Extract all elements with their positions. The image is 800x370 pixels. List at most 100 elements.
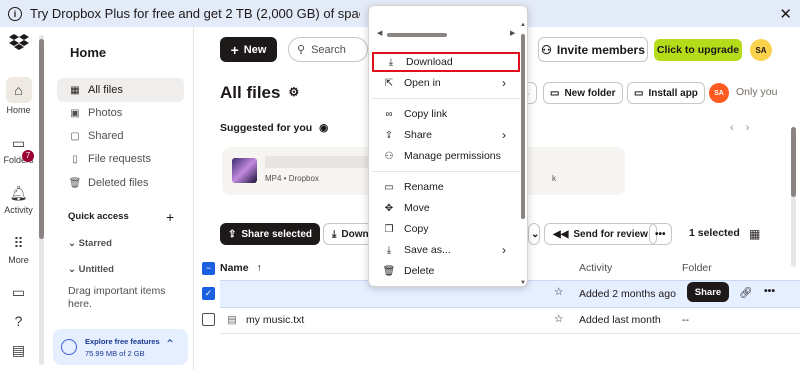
file-meta: MP4 • Dropbox [265, 174, 319, 183]
starred-section[interactable]: ⌄ Starred [68, 238, 112, 249]
column-header-name[interactable]: Name ↑ [220, 262, 262, 274]
menu-item-delete[interactable]: 🗑︎ Delete [372, 261, 520, 281]
people-icon: ⚇ [384, 150, 394, 162]
link-icon[interactable]: 🔗︎ [739, 286, 752, 299]
scroll-up-icon[interactable]: ▲ [520, 22, 526, 28]
star-icon[interactable]: ☆ [554, 286, 563, 298]
starred-label: Starred [78, 238, 112, 249]
menu-item-manage-permissions[interactable]: ⚇ Manage permissions [372, 146, 520, 166]
explore-features-card[interactable]: Explore free features 75.99 MB of 2 GB ⌃ [53, 329, 188, 365]
sidebar-item-shared[interactable]: ▢ Shared [57, 124, 184, 148]
suggested-nav[interactable]: ‹› [730, 122, 761, 134]
menu-item-copy[interactable]: ❐ Copy [372, 219, 520, 239]
sidebar-item-label: All files [88, 84, 123, 96]
menu-item-open-in[interactable]: ⇱ Open in › [372, 73, 520, 93]
row-activity: Added last month [579, 314, 661, 326]
download-icon: ⤓ [332, 228, 337, 240]
download-label: Down [341, 228, 369, 240]
sidebar: Home ▦ All files ▣ Photos ▢ Shared ▯ Fil… [48, 27, 194, 370]
untitled-section[interactable]: ⌄ Untitled [68, 264, 114, 275]
scroll-left-icon[interactable]: ◀ [377, 29, 382, 37]
share-icon: ⇪ [228, 228, 237, 240]
row-more-icon[interactable]: ••• [764, 285, 775, 297]
photo-icon: ▣ [70, 107, 80, 119]
upgrade-button[interactable]: Click to upgrade [654, 39, 742, 61]
trash-icon: 🗑︎ [382, 265, 396, 277]
sidebar-item-label: Shared [88, 130, 124, 142]
rail-more[interactable]: ⠿ More [0, 235, 37, 265]
sidebar-item-photos[interactable]: ▣ Photos [57, 101, 184, 125]
table-row[interactable] [220, 308, 800, 334]
info-icon: i [8, 6, 22, 21]
owner-avatar[interactable]: SA [709, 83, 729, 103]
menu-item-move[interactable]: ✥ Move [372, 198, 520, 218]
more-options-icon[interactable]: ••• [649, 223, 672, 245]
close-icon[interactable]: ✕ [779, 5, 792, 23]
menu-item-copy-link[interactable]: ∞ Copy link [372, 104, 520, 124]
dropbox-logo-icon [8, 34, 29, 50]
text-file-icon: ▤ [227, 314, 237, 326]
banner-text[interactable]: Try Dropbox Plus for free and get 2 TB (… [30, 6, 360, 21]
chevron-right-icon[interactable]: › [746, 122, 762, 134]
grid-view-icon[interactable]: ▦ [749, 227, 760, 241]
chevron-right-icon: › [502, 76, 506, 90]
star-icon[interactable]: ☆ [554, 313, 563, 325]
column-header-folder[interactable]: Folder [682, 262, 712, 274]
page-title: All files ⚙ [220, 83, 299, 103]
install-app-button[interactable]: ▭ Install app [627, 82, 705, 104]
menu-item-label: Open in [404, 77, 441, 89]
row-activity: Added 2 months ago [579, 288, 676, 300]
add-quick-access-icon[interactable]: + [166, 209, 174, 225]
search-icon: ⚲ [297, 44, 306, 56]
row-checkbox[interactable] [202, 313, 215, 326]
row-share-button[interactable]: Share [687, 282, 729, 302]
help-icon[interactable]: ? [0, 313, 37, 332]
menu-item-share[interactable]: ⇪ Share › [372, 125, 520, 145]
main-scrollbar[interactable] [791, 127, 796, 267]
menu-item-download[interactable]: ⤓ Download [372, 52, 520, 72]
chevron-up-icon[interactable]: ⌃ [165, 337, 175, 351]
send-for-review-button[interactable]: ◀◀ Send for review [544, 223, 657, 245]
menu-scrollbar[interactable]: ▲ ▼ [520, 22, 526, 286]
suggested-title: Suggested for you [220, 122, 313, 134]
invite-members-button[interactable]: ⚇ Invite members [538, 37, 648, 62]
new-folder-label: New folder [564, 87, 616, 99]
file-size-suffix: k [552, 174, 556, 183]
activity-badge: 7 [22, 150, 34, 162]
sidebar-item-label: Photos [88, 107, 123, 119]
sidebar-scrollbar[interactable] [39, 35, 44, 365]
monitor-icon[interactable]: ▭ [0, 284, 37, 304]
storage-progress-icon [61, 339, 77, 355]
context-menu: ◀ ▶ ⤓ Download ⇱ Open in › ∞ Copy link ⇪ Shar… [368, 5, 528, 287]
share-selected-button[interactable]: ⇪ Share selected [220, 223, 320, 245]
scroll-down-icon[interactable]: ▼ [520, 280, 526, 286]
menu-item-label: Copy link [404, 108, 448, 120]
download-icon: ⤓ [388, 56, 394, 68]
new-folder-button[interactable]: ▭ New folder [543, 82, 623, 104]
trash-icon: 🗑︎ [68, 177, 82, 189]
search-input[interactable]: ⚲ Search [288, 37, 368, 62]
row-file-name[interactable]: my music.txt [246, 314, 304, 326]
dropbox-logo[interactable] [0, 33, 37, 53]
rail-home[interactable]: ⌂ Home [0, 77, 37, 115]
new-button[interactable]: + New [220, 37, 277, 62]
gear-icon[interactable]: ⚙ [288, 85, 299, 99]
column-header-activity[interactable]: Activity [579, 262, 612, 274]
sidebar-item-file-requests[interactable]: ▯ File requests [57, 147, 184, 171]
panel-icon[interactable]: ▤ [0, 342, 37, 362]
menu-item-label: Delete [404, 265, 435, 277]
select-all-checkbox[interactable]: − [202, 262, 215, 275]
access-label: Only you [736, 86, 778, 98]
rail-activity[interactable]: 🔔︎ Activity [0, 185, 37, 215]
menu-item-save-as[interactable]: ⤓ Save as... › [372, 240, 520, 260]
chevron-left-icon[interactable]: ‹ [730, 122, 746, 134]
sidebar-item-all-files[interactable]: ▦ All files [57, 78, 184, 102]
scroll-right-icon[interactable]: ▶ [510, 29, 515, 37]
more-toolbar-button[interactable]: ⌄ [528, 223, 540, 245]
sidebar-item-deleted-files[interactable]: 🗑︎ Deleted files [57, 171, 184, 195]
menu-horizontal-scrollbar[interactable]: ◀ ▶ [377, 29, 517, 38]
avatar[interactable]: SA [750, 39, 772, 61]
menu-item-rename[interactable]: ▭ Rename [372, 177, 520, 197]
eye-icon[interactable]: ◉ [319, 122, 328, 134]
row-checkbox[interactable]: ✓ [202, 287, 215, 300]
